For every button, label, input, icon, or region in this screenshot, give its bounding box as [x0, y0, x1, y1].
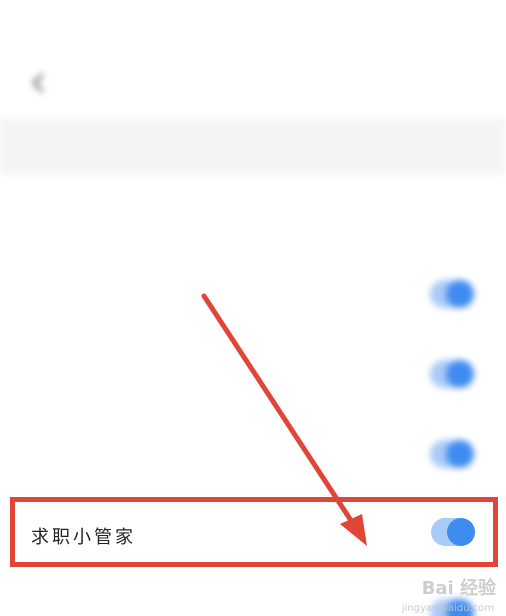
- back-arrow-icon[interactable]: [28, 72, 50, 94]
- settings-row-toggle-2[interactable]: [0, 334, 506, 414]
- highlighted-setting-row[interactable]: 求职小管家: [10, 497, 498, 567]
- job-assistant-toggle[interactable]: [431, 518, 475, 546]
- toggle-knob: [446, 440, 474, 468]
- section-header: [0, 118, 506, 174]
- watermark-url: jingyan.baidu.com: [401, 603, 494, 614]
- toggle-switch[interactable]: [430, 280, 474, 308]
- job-assistant-label: 求职小管家: [31, 527, 136, 548]
- toggle-knob: [446, 360, 474, 388]
- watermark-logo: Bai 经验: [421, 578, 496, 599]
- settings-row-frequency[interactable]: [0, 174, 506, 254]
- toggle-knob: [446, 280, 474, 308]
- settings-row-toggle-3[interactable]: [0, 414, 506, 494]
- toggle-switch[interactable]: [430, 360, 474, 388]
- toggle-knob: [447, 518, 475, 546]
- status-bar: [0, 0, 506, 52]
- nav-bar: [0, 52, 506, 114]
- settings-row-toggle-1[interactable]: [0, 254, 506, 334]
- screen: 求职小管家 Bai 经验 jingyan.baidu.com: [0, 0, 506, 616]
- toggle-switch[interactable]: [430, 440, 474, 468]
